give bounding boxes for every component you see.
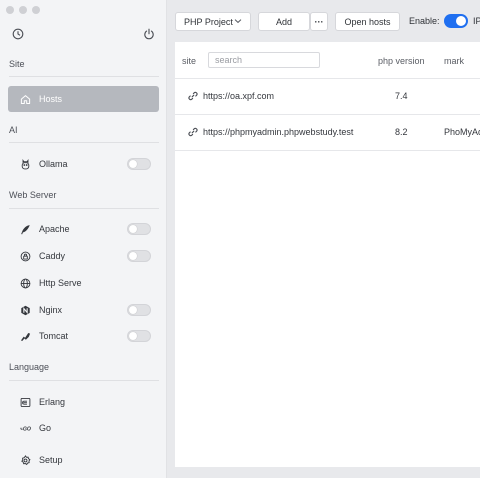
- apache-toggle[interactable]: [127, 223, 151, 235]
- site-link[interactable]: https://oa.xpf.com: [188, 91, 274, 101]
- add-button[interactable]: Add: [258, 12, 310, 31]
- history-icon[interactable]: [11, 27, 25, 41]
- search-input[interactable]: [208, 52, 320, 68]
- sidebar-item-go[interactable]: GO Go: [8, 415, 159, 441]
- section-title-site: Site: [9, 59, 25, 69]
- ollama-icon: [19, 158, 31, 170]
- ollama-toggle[interactable]: [127, 158, 151, 170]
- go-icon: GO: [19, 422, 31, 434]
- table-row[interactable]: https://oa.xpf.com 7.4: [175, 79, 480, 115]
- sidebar-item-label: Go: [39, 423, 52, 433]
- table-header: site php version mark: [175, 42, 480, 79]
- php-version: 8.2: [395, 127, 408, 137]
- divider: [9, 76, 159, 77]
- sidebar-item-label: Erlang: [39, 397, 66, 407]
- gear-icon: [19, 454, 31, 466]
- nginx-toggle[interactable]: [127, 304, 151, 316]
- site-link[interactable]: https://phpmyadmin.phpwebstudy.test: [188, 127, 353, 137]
- sidebar-item-nginx[interactable]: Nginx: [8, 297, 159, 323]
- php-version: 7.4: [395, 91, 408, 101]
- hosts-table: site php version mark https://oa.xpf.com…: [175, 42, 480, 467]
- caddy-lock-icon: [19, 250, 31, 262]
- minimize-window-button[interactable]: [19, 6, 27, 14]
- column-header-mark[interactable]: mark: [444, 56, 464, 66]
- open-hosts-button[interactable]: Open hosts: [335, 12, 400, 31]
- close-window-button[interactable]: [6, 6, 14, 14]
- sidebar-item-tomcat[interactable]: Tomcat: [8, 323, 159, 349]
- sidebar-item-erlang[interactable]: Erlang: [8, 389, 159, 415]
- window-controls: [6, 6, 40, 14]
- nginx-icon: [19, 304, 31, 316]
- toolbar: PHP Project Add ··· Open hosts Enable: I…: [167, 0, 480, 42]
- divider: [9, 380, 159, 381]
- app-window: Site Hosts AI Ollama Web Server Apache C…: [0, 0, 480, 478]
- link-icon: [188, 91, 198, 101]
- tomcat-toggle[interactable]: [127, 330, 151, 342]
- sidebar-item-hosts[interactable]: Hosts: [8, 86, 159, 112]
- tomcat-icon: [19, 330, 31, 342]
- sidebar-item-label: Http Serve: [39, 278, 82, 288]
- divider: [9, 208, 159, 209]
- more-options-button[interactable]: ···: [310, 12, 328, 31]
- sidebar-item-label: Setup: [39, 455, 63, 465]
- section-title-web-server: Web Server: [9, 190, 57, 200]
- table-row[interactable]: https://phpmyadmin.phpwebstudy.test 8.2 …: [175, 115, 480, 151]
- section-title-ai: AI: [9, 125, 18, 135]
- zoom-window-button[interactable]: [32, 6, 40, 14]
- sidebar-item-label: Hosts: [39, 94, 63, 104]
- apache-feather-icon: [19, 223, 31, 235]
- mark: PhoMyAd: [444, 127, 480, 137]
- ip-label: IP: [473, 16, 480, 26]
- site-url: https://oa.xpf.com: [203, 91, 275, 101]
- link-icon: [188, 127, 198, 137]
- sidebar-item-http-serve[interactable]: Http Serve: [8, 270, 159, 296]
- globe-icon: [19, 277, 31, 289]
- svg-text:GO: GO: [22, 426, 30, 432]
- sidebar-item-caddy[interactable]: Caddy: [8, 243, 159, 269]
- site-url: https://phpmyadmin.phpwebstudy.test: [203, 127, 354, 137]
- sidebar-item-setup[interactable]: Setup: [8, 447, 159, 473]
- power-icon[interactable]: [142, 27, 156, 41]
- sidebar-item-ollama[interactable]: Ollama: [8, 151, 159, 177]
- divider: [9, 142, 159, 143]
- column-header-php-version[interactable]: php version: [378, 56, 425, 66]
- section-title-language: Language: [9, 362, 50, 372]
- project-type-select[interactable]: PHP Project: [175, 12, 251, 31]
- home-icon: [19, 93, 31, 105]
- enable-label: Enable:: [409, 16, 440, 26]
- project-type-value: PHP Project: [184, 16, 233, 27]
- sidebar: Site Hosts AI Ollama Web Server Apache C…: [0, 0, 167, 478]
- chevron-down-icon: [234, 19, 242, 24]
- caddy-toggle[interactable]: [127, 250, 151, 262]
- column-header-site: site: [182, 56, 197, 66]
- enable-toggle[interactable]: [444, 14, 468, 28]
- sidebar-item-apache[interactable]: Apache: [8, 216, 159, 242]
- erlang-icon: [19, 396, 31, 408]
